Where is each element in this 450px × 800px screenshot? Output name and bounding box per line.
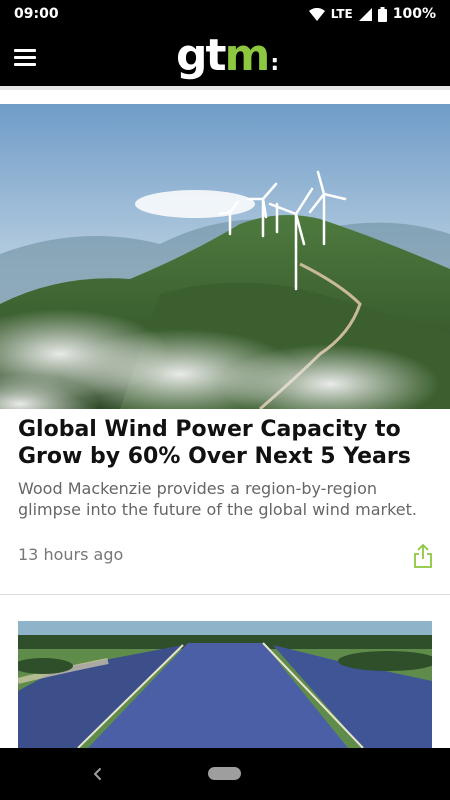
article-divider: [0, 594, 450, 595]
logo-suffix: m: [224, 30, 271, 81]
article-image-solar-farm[interactable]: [18, 621, 432, 748]
app-bar: gt m :: [0, 28, 450, 86]
article-title[interactable]: Global Wind Power Capacity to Grow by 60…: [18, 416, 438, 470]
logo-colon: :: [270, 51, 280, 76]
status-icons: LTE 100%: [308, 6, 436, 22]
wifi-icon: [308, 7, 325, 21]
share-icon[interactable]: [412, 543, 434, 569]
network-label: LTE: [330, 7, 353, 21]
gtm-logo[interactable]: gt m :: [176, 31, 279, 81]
hamburger-menu-icon[interactable]: [14, 42, 44, 72]
system-navigation-bar: [0, 748, 450, 800]
home-pill-icon[interactable]: [208, 767, 241, 780]
battery-icon: [377, 6, 387, 22]
back-icon[interactable]: [88, 761, 108, 787]
solar-farm-photo: [18, 621, 432, 748]
wind-turbines-photo: [0, 104, 450, 409]
top-divider: [0, 86, 450, 90]
battery-level: 100%: [392, 6, 436, 22]
article-summary[interactable]: Wood Mackenzie provides a region-by-regi…: [18, 478, 443, 520]
logo-prefix: gt: [176, 30, 227, 81]
signal-icon: [358, 7, 372, 21]
article-timestamp: 13 hours ago: [18, 545, 124, 564]
article-image-wind-turbines[interactable]: [0, 104, 450, 409]
status-time: 09:00: [14, 6, 59, 22]
status-bar: 09:00 LTE 100%: [0, 0, 450, 28]
